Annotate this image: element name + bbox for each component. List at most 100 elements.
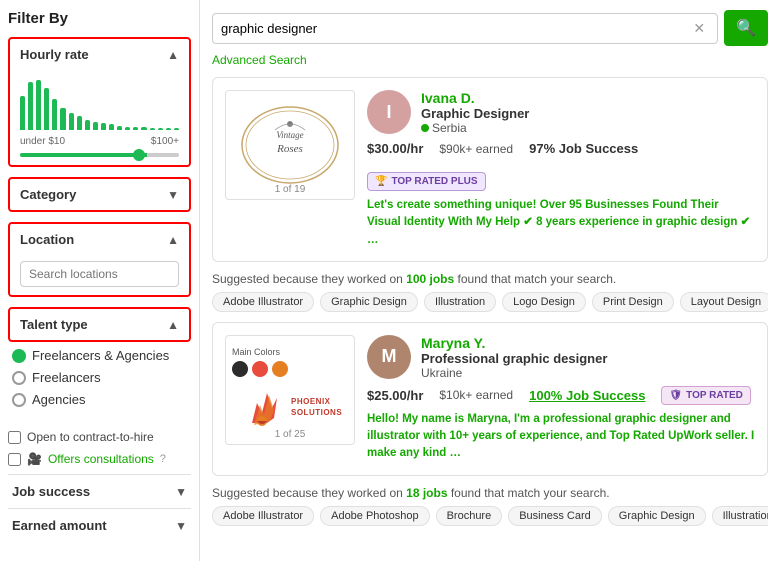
video-icon: 🎥 <box>27 452 42 466</box>
tag-1-1[interactable]: Graphic Design <box>320 292 418 312</box>
search-input-wrap: ✕ <box>212 13 718 44</box>
search-bar: ✕ 🔍 <box>212 10 768 46</box>
tag-2-1[interactable]: Illustration <box>424 292 496 312</box>
bar <box>52 99 57 130</box>
clear-search-icon[interactable]: ✕ <box>693 20 705 37</box>
tag-3-2[interactable]: Business Card <box>508 506 602 526</box>
search-input[interactable] <box>221 21 693 36</box>
card-of-2: 1 of 25 <box>226 429 354 440</box>
category-header[interactable]: Category ▼ <box>10 179 189 210</box>
contract-hire-checkbox[interactable] <box>8 431 21 444</box>
location-header[interactable]: Location ▲ <box>10 224 189 255</box>
advanced-search-link[interactable]: Advanced Search <box>212 53 307 67</box>
contract-hire-checkbox-wrap[interactable]: Open to contract-to-hire <box>8 430 191 444</box>
category-section: Category ▼ <box>8 177 191 212</box>
card-desc-1: Let's create something unique! Over 95 B… <box>367 197 755 249</box>
phoenix-text: PHOENIXSOLUTIONS <box>291 397 342 418</box>
bar <box>174 128 179 130</box>
earned-amount-section[interactable]: Earned amount ▼ <box>8 508 191 542</box>
avatar-2: M <box>367 335 411 379</box>
badge-shield-icon-2: 🛡 <box>669 390 682 401</box>
category-label: Category <box>20 187 76 202</box>
histogram-bars <box>20 74 179 134</box>
tag-4-2[interactable]: Graphic Design <box>608 506 706 526</box>
bar <box>20 96 25 130</box>
bar <box>150 128 155 130</box>
card-desc-2: Hello! My name is Maryna, I'm a professi… <box>367 411 755 463</box>
hourly-rate-label: Hourly rate <box>20 47 89 62</box>
help-icon[interactable]: ? <box>160 453 166 465</box>
bar <box>93 122 98 130</box>
bar <box>60 108 65 130</box>
talent-option-1[interactable]: Freelancers <box>12 370 187 385</box>
tag-2-2[interactable]: Brochure <box>436 506 503 526</box>
job-success-label: Job success <box>12 484 90 499</box>
bar <box>141 127 146 130</box>
location-chevron-icon: ▲ <box>167 233 179 247</box>
talent-type-label: Talent type <box>20 317 88 332</box>
main-content: ✕ 🔍 Advanced Search Vintage Roses <box>200 0 780 561</box>
histogram-labels: under $10 $100+ <box>20 136 179 147</box>
tag-1-2[interactable]: Adobe Photoshop <box>320 506 429 526</box>
earned-amount-chevron-icon: ▼ <box>175 519 187 533</box>
tag-5-1[interactable]: Layout Design <box>680 292 768 312</box>
bar <box>133 127 138 130</box>
freelancer-name-2[interactable]: Maryna Y. <box>421 335 755 351</box>
max-label: $100+ <box>151 136 179 147</box>
card-logo-1: Vintage Roses 1 of 19 <box>225 90 355 200</box>
badge-heart-icon-1: 🏆 <box>375 176 387 187</box>
bar <box>117 126 122 130</box>
talent-option-0-label: Freelancers & Agencies <box>32 348 169 363</box>
color-dot-red <box>252 361 268 377</box>
bar <box>109 124 114 130</box>
freelancer-location-1: Serbia <box>421 121 755 135</box>
histogram: under $10 $100+ <box>10 70 189 165</box>
tag-3-1[interactable]: Logo Design <box>502 292 586 312</box>
rate-1: $30.00/hr <box>367 141 423 156</box>
job-success-pct-1: 97% Job Success <box>529 141 638 156</box>
location-label: Location <box>20 232 74 247</box>
rate-2: $25.00/hr <box>367 388 423 403</box>
freelancer-location-2: Ukraine <box>421 366 755 380</box>
hourly-rate-chevron-icon: ▲ <box>167 48 179 62</box>
talent-option-1-label: Freelancers <box>32 370 101 385</box>
card-stats-2: $25.00/hr $10k+ earned 100% Job Success … <box>367 386 755 405</box>
job-success-section[interactable]: Job success ▼ <box>8 474 191 508</box>
badge-label-1: TOP RATED PLUS <box>391 176 477 187</box>
country-1: Serbia <box>432 121 467 135</box>
top-rated-plus-badge-1: 🏆 TOP RATED PLUS <box>367 172 486 191</box>
location-search-input[interactable] <box>20 261 179 287</box>
bar <box>166 128 171 130</box>
tag-4-1[interactable]: Print Design <box>592 292 674 312</box>
hourly-rate-header[interactable]: Hourly rate ▲ <box>10 39 189 70</box>
card-info-1: Ivana D. Graphic Designer Serbia <box>421 90 755 135</box>
freelancer-card-2: Main Colors <box>212 322 768 476</box>
card-top-1: I Ivana D. Graphic Designer Serbia <box>367 90 755 135</box>
tag-0-2[interactable]: Adobe Illustrator <box>212 506 314 526</box>
consultations-checkbox[interactable] <box>8 453 21 466</box>
talent-option-2[interactable]: Agencies <box>12 392 187 407</box>
search-button[interactable]: 🔍 <box>724 10 768 46</box>
freelancer-name-1[interactable]: Ivana D. <box>421 90 755 106</box>
talent-type-header[interactable]: Talent type ▲ <box>8 307 191 342</box>
earned-amount-label: Earned amount <box>12 518 107 533</box>
consultations-checkbox-wrap[interactable]: 🎥 Offers consultations ? <box>8 452 191 466</box>
price-slider[interactable] <box>20 153 179 157</box>
job-success-pct-2: 100% Job Success <box>529 388 645 403</box>
color-dot-black <box>232 361 248 377</box>
color-dot-orange <box>272 361 288 377</box>
consultations-label: Offers consultations <box>48 452 154 466</box>
slider-thumb[interactable] <box>133 149 145 161</box>
bar <box>44 88 49 130</box>
online-status-icon-1 <box>421 124 429 132</box>
bar <box>125 127 130 130</box>
talent-option-0[interactable]: Freelancers & Agencies <box>12 348 187 363</box>
phoenix-svg <box>232 383 287 433</box>
tag-0-1[interactable]: Adobe Illustrator <box>212 292 314 312</box>
bar <box>36 80 41 130</box>
radio-empty-icon <box>12 371 26 385</box>
card-body-2: M Maryna Y. Professional graphic designe… <box>367 335 755 463</box>
earned-2: $10k+ earned <box>439 388 513 402</box>
top-rated-badge-2: 🛡 TOP RATED <box>661 386 750 405</box>
tag-5-2[interactable]: Illustration <box>712 506 768 526</box>
